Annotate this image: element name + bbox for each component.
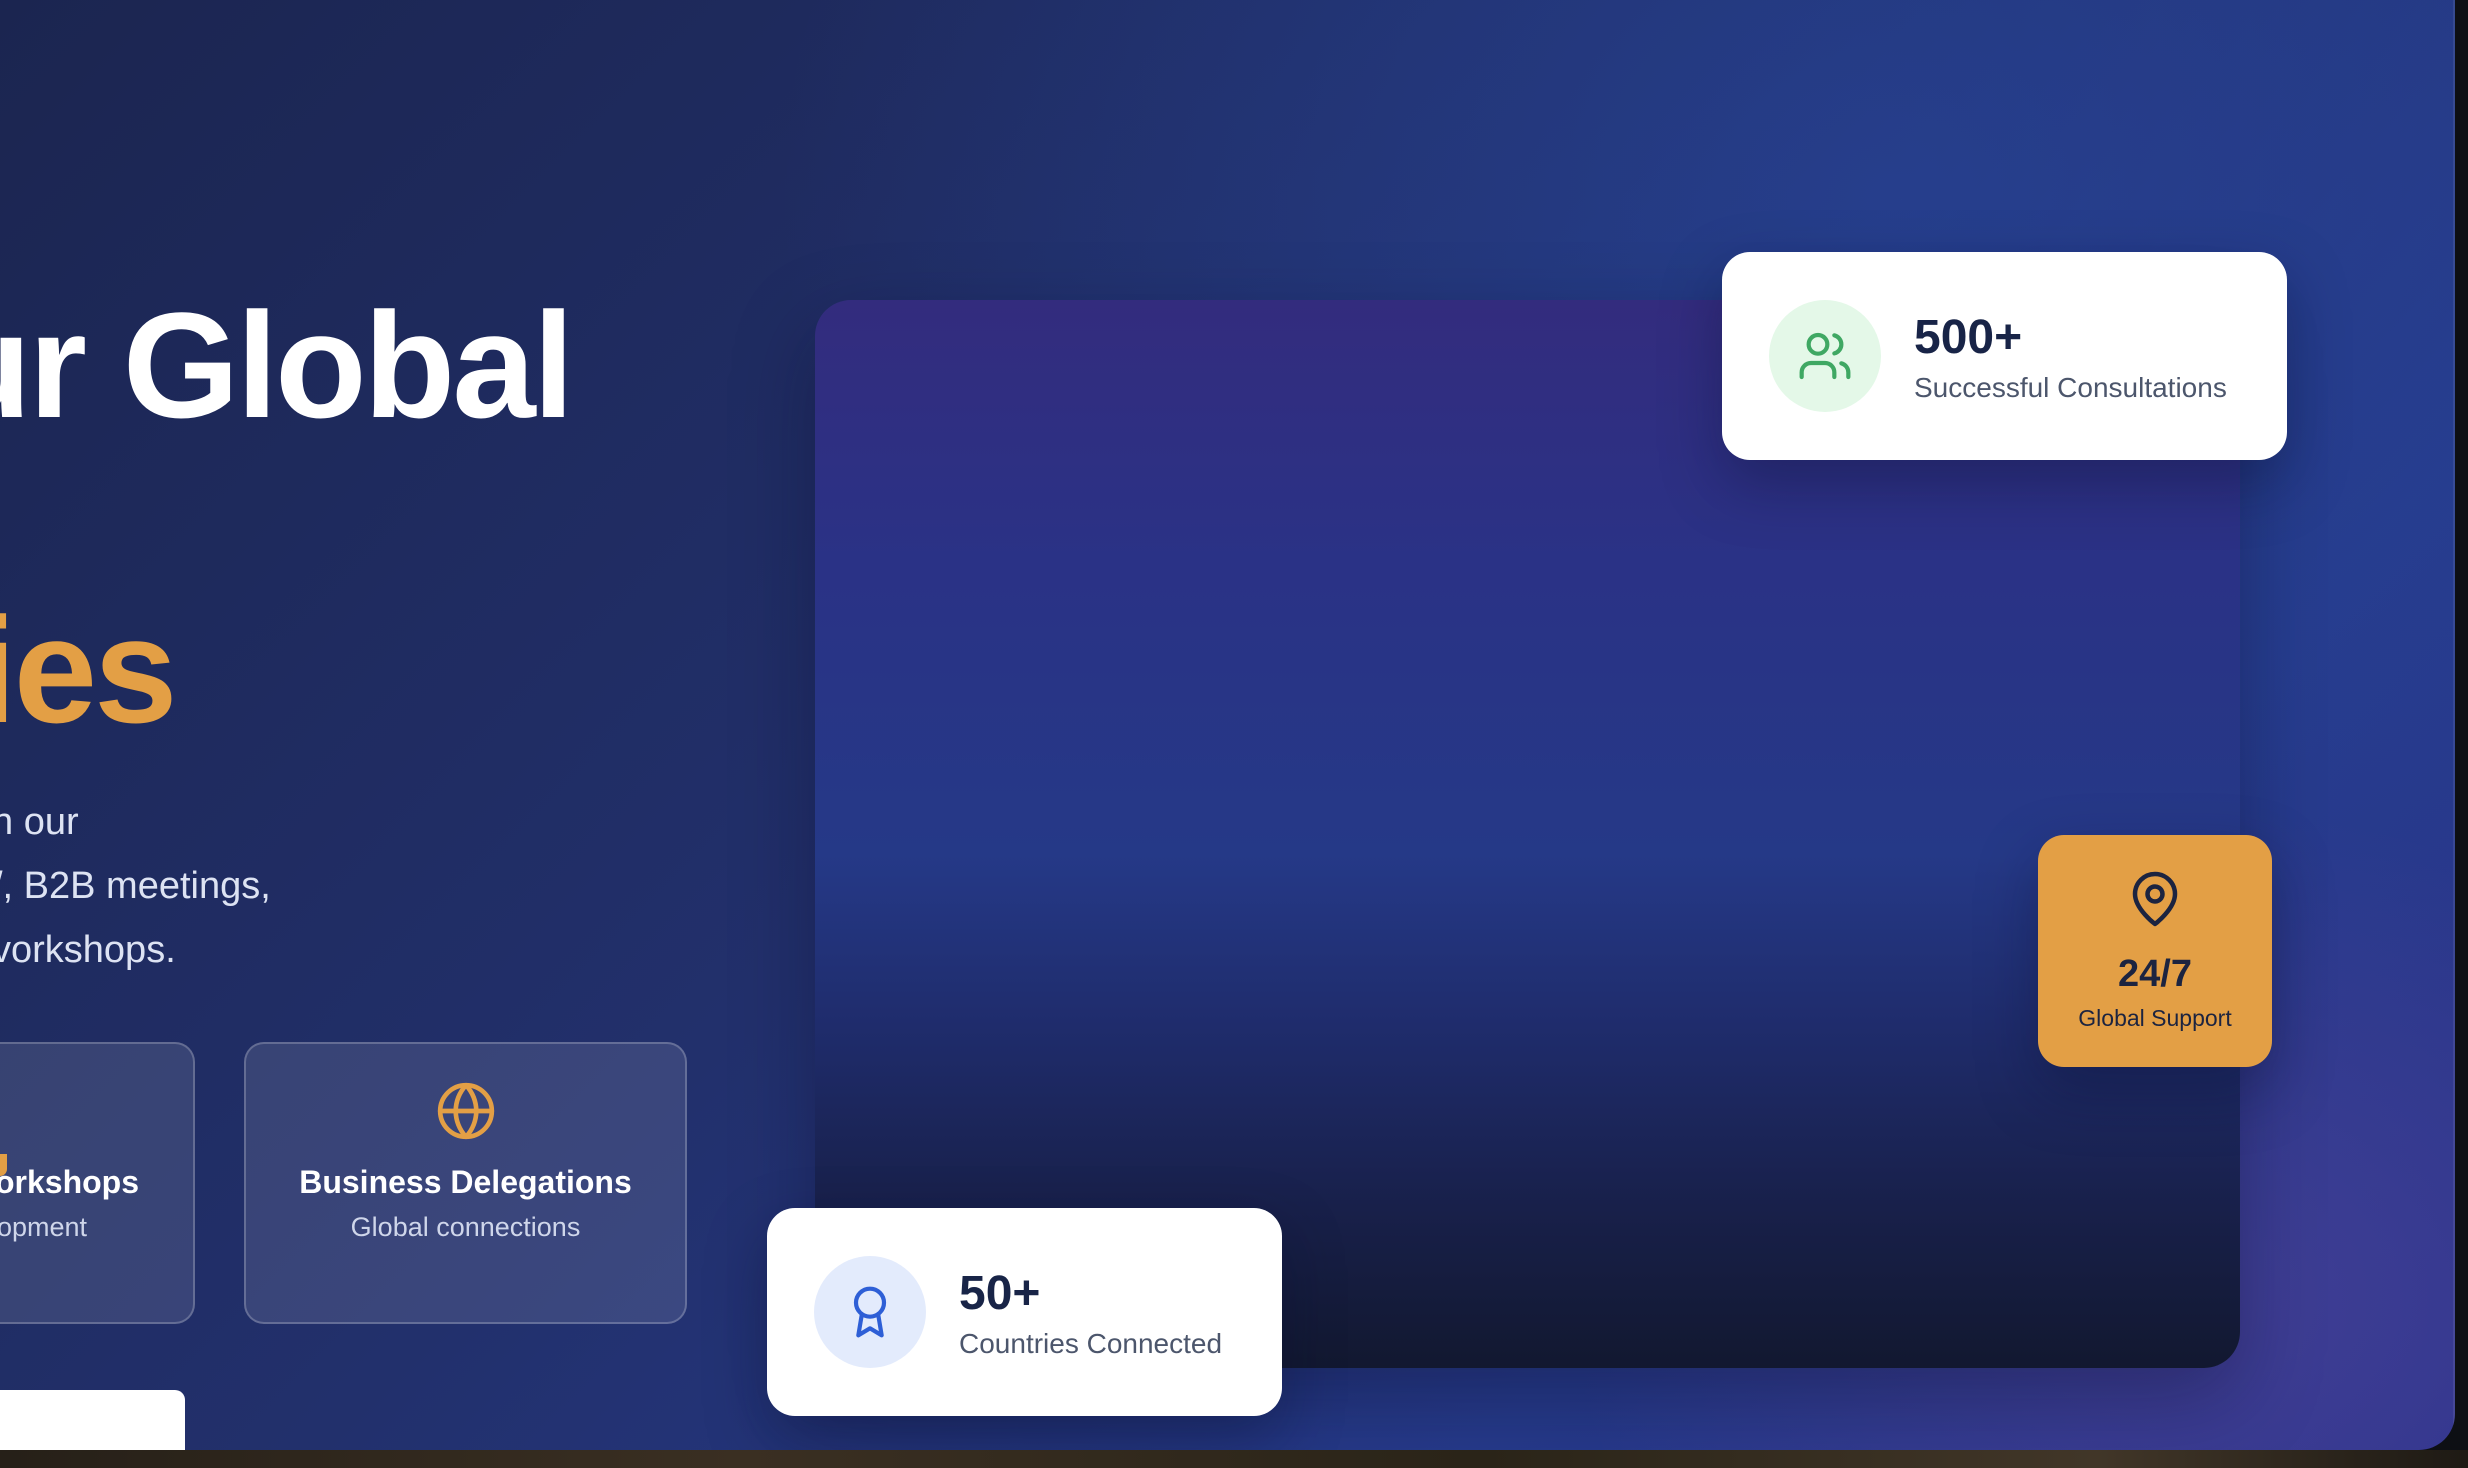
hero-title-line1: ur Global — [0, 281, 574, 449]
hero-description: h our /, B2B meetings, vorkshops. — [0, 790, 271, 982]
feature-card-workshops: orkshops opment — [0, 1042, 195, 1324]
stat-card-consultations: 500+ Successful Consultations — [1722, 252, 2287, 460]
stat-label: Global Support — [2078, 1005, 2232, 1031]
hero-section: ur Global ies h our /, B2B meetings, vor… — [0, 0, 2455, 1450]
feature-title: Business Delegations — [299, 1164, 632, 1200]
feature-subtitle: Global connections — [350, 1212, 581, 1242]
desktop-background-strip — [0, 1450, 2468, 1468]
window-edge — [2453, 0, 2455, 1450]
hero-description-line: h our — [0, 801, 79, 843]
stat-value: 50+ — [959, 1267, 1041, 1320]
hero-title-highlight: ies — [0, 586, 178, 754]
feature-card-business-delegations: Business Delegations Global connections — [244, 1042, 687, 1324]
cta-button[interactable] — [0, 1390, 185, 1450]
stat-label: Countries Connected — [959, 1328, 1223, 1359]
award-icon — [853, 1286, 887, 1338]
globe-icon — [435, 1080, 497, 1142]
hero-description-line: /, B2B meetings, — [0, 865, 271, 907]
stat-value: 500+ — [1914, 311, 2023, 364]
stat-label: Successful Consultations — [1914, 372, 2227, 403]
stat-card-countries: 50+ Countries Connected — [767, 1208, 1282, 1416]
feature-title: orkshops — [0, 1164, 139, 1200]
stat-card-support: 24/7 Global Support — [2038, 835, 2272, 1067]
feature-subtitle: opment — [0, 1212, 87, 1242]
stat-icon-circle — [814, 1256, 926, 1368]
map-pin-icon — [2125, 867, 2185, 931]
stat-value: 24/7 — [2118, 953, 2192, 995]
stat-icon-circle — [1769, 300, 1881, 412]
hero-description-line: vorkshops. — [0, 929, 176, 971]
users-icon — [1799, 332, 1851, 380]
